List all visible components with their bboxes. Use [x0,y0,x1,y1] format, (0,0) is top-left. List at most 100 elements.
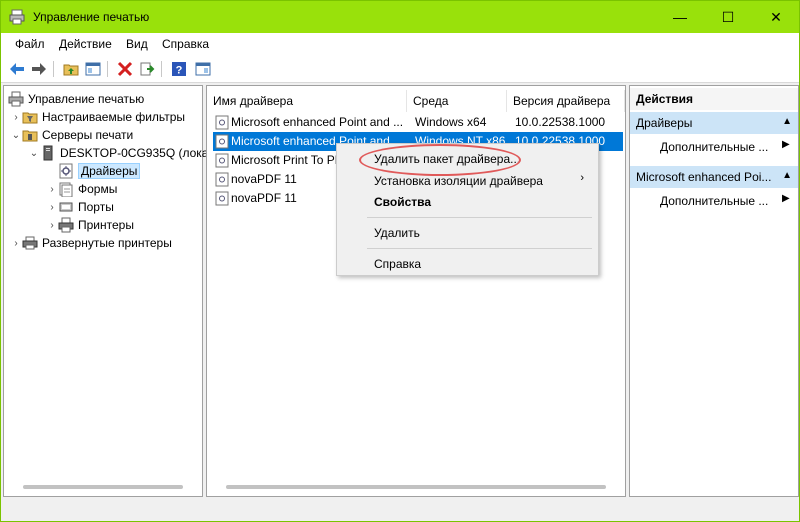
printer-mgmt-icon [8,91,24,107]
expand-arrow-icon[interactable]: › [46,220,58,231]
column-header-driver-name[interactable]: Имя драйвера [207,90,407,112]
driver-icon [215,115,229,130]
print-management-window: Управление печатью — ☐ ✕ Файл Действие В… [0,0,800,522]
tree-item-label: Порты [78,200,114,214]
column-header-environment[interactable]: Среда [407,90,507,112]
forms-icon [59,182,73,197]
tree-item-label: DESKTOP-0CG935Q (лока [60,146,209,160]
tree-item-deployed-printers[interactable]: › Развернутые принтеры [10,234,172,252]
show-hide-action-pane-button[interactable] [193,59,213,79]
tree-item-label: Драйверы [78,163,141,179]
export-list-button[interactable] [137,59,157,79]
driver-icon [215,191,229,206]
folder-up-icon [63,64,79,76]
console-tree-icon [85,62,101,76]
collapse-arrow-icon[interactable]: ⌄ [28,148,40,159]
tree-item-desktop-server[interactable]: ⌄ DESKTOP-0CG935Q (лока [28,144,208,162]
list-horizontal-scrollbar[interactable] [208,480,624,496]
menu-separator [367,248,592,249]
action-more-actions[interactable]: Дополнительные ... [660,194,768,208]
forward-arrow-icon [32,63,46,75]
forward-button[interactable] [29,59,49,79]
show-hide-tree-button[interactable] [83,59,103,79]
tree-item-drivers[interactable]: Драйверы [58,162,141,180]
help-button[interactable]: ? [169,59,189,79]
expand-arrow-icon[interactable]: › [46,202,58,213]
svg-text:?: ? [176,65,183,77]
context-item-delete[interactable]: Удалить [374,226,420,240]
column-header-driver-version[interactable]: Версия драйвера [507,90,625,112]
tree-item-label: Управление печатью [28,92,145,106]
menu-separator [367,217,592,218]
driver-icon [215,153,229,168]
submenu-arrow-icon[interactable]: ▶ [782,139,790,150]
context-item-driver-isolation[interactable]: Установка изоляции драйвера [374,174,543,188]
expand-arrow-icon[interactable]: › [46,184,58,195]
collapse-arrow-icon[interactable]: ⌄ [10,130,22,141]
up-folder-button[interactable] [61,59,81,79]
print-management-icon [9,9,25,25]
tree-item-custom-filters[interactable]: › Настраиваемые фильтры [10,108,185,126]
console-tree-pane: Управление печатью › Настраиваемые фильт… [3,85,208,497]
driver-icon [215,134,229,149]
annotation-highlight-oval [359,144,521,176]
menu-bar: Файл Действие Вид Справка [1,33,799,55]
driver-icon [215,172,229,187]
submenu-arrow-icon[interactable]: ▶ [782,193,790,204]
server-folder-icon [22,130,38,142]
back-button[interactable] [7,59,27,79]
tree-item-ports[interactable]: › Порты [46,198,114,216]
expand-arrow-icon[interactable]: › [10,238,22,249]
scroll-thumb[interactable] [226,485,606,489]
ports-icon [59,202,73,212]
close-button[interactable]: ✕ [753,1,799,33]
tree-item-label: Развернутые принтеры [42,236,172,250]
action-label: Дополнительные ... [660,140,769,154]
menu-view[interactable]: Вид [126,37,148,51]
tree-item-forms[interactable]: › Формы [46,180,117,198]
context-item-properties[interactable]: Свойства [374,195,431,209]
export-icon [140,62,155,76]
tree-item-label: Настраиваемые фильтры [42,110,186,124]
collapse-triangle-icon[interactable]: ▲ [782,170,792,181]
action-more-actions[interactable]: Дополнительные ... [660,140,768,154]
actions-pane: Действия Драйверы ▲ Дополнительные ... ▶… [629,85,799,497]
collapse-triangle-icon[interactable]: ▲ [782,116,792,127]
tree-item-printers[interactable]: › Принтеры [46,216,134,234]
section-label: Microsoft enhanced Poi... [636,170,772,184]
expand-arrow-icon[interactable]: › [10,112,22,123]
driver-name-cell: Microsoft enhanced Point and ... [231,115,404,129]
action-label: Дополнительные ... [660,194,769,208]
action-pane-icon [195,62,211,76]
scroll-thumb[interactable] [23,485,183,489]
title-bar: Управление печатью — ☐ ✕ [1,1,799,33]
driver-icon [59,163,73,179]
menu-help[interactable]: Справка [162,37,209,51]
help-icon: ? [172,62,186,77]
menu-file[interactable]: Файл [15,37,45,51]
section-label: Драйверы [636,116,693,130]
deployed-printers-icon [22,236,38,250]
context-item-help[interactable]: Справка [374,257,421,271]
menu-action[interactable]: Действие [59,37,112,51]
toolbar: ? [1,55,799,83]
delete-button[interactable] [115,59,135,79]
tree-item-print-servers[interactable]: ⌄ Серверы печати [10,126,133,144]
tree-item-label: Серверы печати [42,128,134,142]
tree-horizontal-scrollbar[interactable] [5,480,201,496]
maximize-button[interactable]: ☐ [705,1,751,33]
actions-section-selected-driver[interactable]: Microsoft enhanced Poi... ▲ [630,166,798,188]
printer-icon [58,217,74,233]
actions-title: Действия [630,88,798,110]
minimize-button[interactable]: — [657,1,703,33]
environment-cell: Windows x64 [415,115,487,129]
submenu-arrow-icon: › [580,172,584,184]
back-arrow-icon [10,63,24,75]
actions-section-drivers[interactable]: Драйверы ▲ [630,112,798,134]
version-cell: 10.0.22538.1000 [515,115,606,129]
server-icon [43,145,53,161]
tree-item-print-management[interactable]: Управление печатью [8,90,144,108]
tree-item-label: Формы [78,182,118,196]
window-title: Управление печатью [33,10,150,24]
table-row[interactable]: Microsoft enhanced Point and ... Windows… [213,113,623,132]
